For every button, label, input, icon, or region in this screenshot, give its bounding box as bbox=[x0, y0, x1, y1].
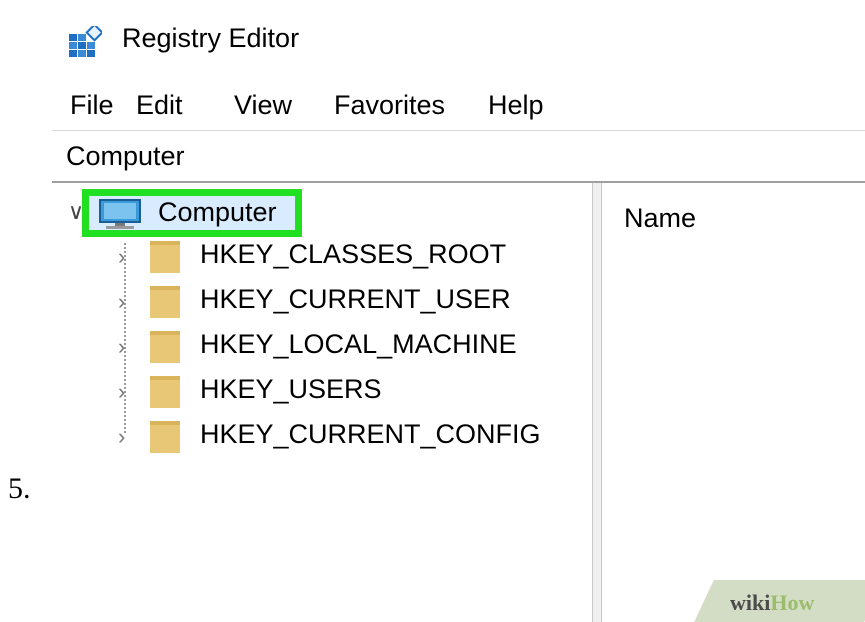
tree-item-label[interactable]: HKEY_LOCAL_MACHINE bbox=[200, 329, 517, 360]
step-number: 5. bbox=[8, 472, 31, 505]
folder-icon bbox=[150, 421, 180, 453]
folder-icon bbox=[150, 331, 180, 363]
pane-splitter[interactable] bbox=[593, 183, 602, 622]
watermark-wiki: wiki bbox=[730, 590, 771, 615]
menu-view[interactable]: View bbox=[230, 88, 296, 123]
menu-file[interactable]: File bbox=[66, 88, 118, 123]
menu-help[interactable]: Help bbox=[484, 88, 548, 123]
watermark-how: How bbox=[770, 590, 815, 615]
chevron-right-icon[interactable]: › bbox=[118, 334, 125, 360]
tree-item-hkey-users[interactable]: › HKEY_USERS bbox=[52, 370, 592, 414]
tree-pane[interactable]: ∨ Computer › HKEY_CLASSES_ROOT › HKEY_CU… bbox=[52, 183, 593, 622]
chevron-right-icon[interactable]: › bbox=[118, 379, 125, 405]
folder-icon bbox=[150, 376, 180, 408]
tree-item-hkey-local-machine[interactable]: › HKEY_LOCAL_MACHINE bbox=[52, 325, 592, 369]
tree-item-label[interactable]: HKEY_CLASSES_ROOT bbox=[200, 239, 506, 270]
chevron-right-icon[interactable]: › bbox=[118, 244, 125, 270]
chevron-right-icon[interactable]: › bbox=[118, 424, 125, 450]
address-path[interactable]: Computer bbox=[66, 141, 185, 172]
title-bar: Registry Editor bbox=[52, 0, 865, 82]
chevron-right-icon[interactable]: › bbox=[118, 289, 125, 315]
address-bar[interactable]: Computer bbox=[52, 131, 865, 183]
tree-item-label[interactable]: HKEY_CURRENT_CONFIG bbox=[200, 419, 541, 450]
tree-item-hkey-current-config[interactable]: › HKEY_CURRENT_CONFIG bbox=[52, 415, 592, 459]
registry-editor-window: Registry Editor File Edit View Favorites… bbox=[52, 0, 865, 622]
values-pane[interactable]: Name bbox=[602, 183, 865, 622]
folder-icon bbox=[150, 241, 180, 273]
menu-bar: File Edit View Favorites Help bbox=[52, 82, 865, 131]
tree-item-hkey-current-user[interactable]: › HKEY_CURRENT_USER bbox=[52, 280, 592, 324]
tree-item-hkey-classes-root[interactable]: › HKEY_CLASSES_ROOT bbox=[52, 235, 592, 279]
column-header-name[interactable]: Name bbox=[624, 203, 696, 234]
registry-editor-icon bbox=[69, 26, 102, 57]
tree-item-label[interactable]: HKEY_USERS bbox=[200, 374, 382, 405]
wikihow-watermark: wikiHow bbox=[730, 590, 814, 616]
menu-edit[interactable]: Edit bbox=[132, 88, 187, 123]
folder-icon bbox=[150, 286, 180, 318]
menu-favorites[interactable]: Favorites bbox=[330, 88, 449, 123]
computer-icon bbox=[99, 199, 141, 229]
tree-root-label[interactable]: Computer bbox=[158, 197, 277, 228]
window-title: Registry Editor bbox=[122, 23, 300, 53]
tree-item-label[interactable]: HKEY_CURRENT_USER bbox=[200, 284, 511, 315]
